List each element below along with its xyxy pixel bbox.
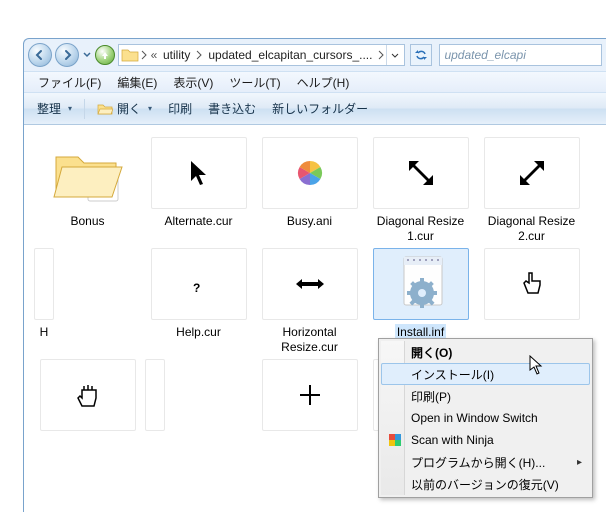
file-item[interactable] (145, 359, 165, 437)
file-item[interactable] (256, 359, 363, 437)
file-item[interactable]: Diagonal Resize 1.cur (367, 137, 474, 245)
forward-arrow-icon (61, 49, 73, 61)
ctx-print[interactable]: 印刷(P) (381, 385, 590, 407)
folder-icon (48, 143, 128, 203)
cursor-arrow-icon (187, 159, 211, 187)
menu-bar: ファイル(F) 編集(E) 表示(V) ツール(T) ヘルプ(H) (24, 71, 606, 93)
ninja-icon (387, 432, 403, 448)
file-label: Diagonal Resize 2.cur (482, 213, 582, 245)
refresh-icon (415, 49, 427, 61)
ctx-open-window-switch[interactable]: Open in Window Switch (381, 407, 590, 429)
file-label: Bonus (68, 213, 106, 230)
folder-item[interactable]: Bonus (34, 137, 141, 245)
search-input[interactable]: updated_elcapi (439, 44, 602, 66)
file-item[interactable]: ? Help.cur (145, 248, 252, 356)
burn-button[interactable]: 書き込む (201, 97, 263, 121)
file-label: Alternate.cur (162, 213, 234, 230)
hand-grab-icon (74, 380, 102, 410)
svg-text:?: ? (193, 281, 200, 295)
file-label: Horizontal Resize.cur (260, 324, 360, 356)
file-label: H (38, 324, 51, 341)
ctx-scan-ninja[interactable]: Scan with Ninja (381, 429, 590, 451)
ctx-open[interactable]: 開く(O) (381, 341, 590, 363)
up-arrow-icon (100, 50, 110, 60)
organize-button[interactable]: 整理 (30, 97, 79, 121)
open-folder-icon (97, 102, 113, 116)
file-label (86, 435, 90, 437)
ctx-install[interactable]: インストール(I) (381, 363, 590, 385)
nav-history-chevron-icon[interactable] (82, 45, 92, 65)
file-item[interactable]: H (34, 248, 54, 356)
diagonal-nwse-icon (403, 155, 439, 191)
file-item[interactable]: Diagonal Resize 2.cur (478, 137, 585, 245)
file-label (530, 324, 534, 326)
file-label: Help.cur (174, 324, 223, 341)
up-button[interactable] (95, 45, 115, 65)
hand-point-icon (518, 269, 546, 299)
file-item[interactable]: Horizontal Resize.cur (256, 248, 363, 356)
menu-help[interactable]: ヘルプ(H) (289, 72, 358, 92)
toolbar: 整理 開く 印刷 書き込む 新しいフォルダー (24, 93, 606, 125)
ctx-open-with[interactable]: プログラムから開く(H)... (381, 451, 590, 473)
print-button[interactable]: 印刷 (161, 97, 199, 121)
file-item[interactable]: Busy.ani (256, 137, 363, 245)
folder-icon (121, 47, 139, 63)
menu-view[interactable]: 表示(V) (165, 72, 221, 92)
address-bar: « utility updated_elcapitan_cursors_....… (24, 39, 606, 71)
forward-button[interactable] (55, 43, 79, 67)
breadcrumb-dropdown[interactable] (386, 45, 402, 65)
file-label: Diagonal Resize 1.cur (371, 213, 471, 245)
back-button[interactable] (28, 43, 52, 67)
diagonal-nesw-icon (514, 155, 550, 191)
breadcrumb[interactable]: « utility updated_elcapitan_cursors_.... (118, 44, 405, 66)
back-arrow-icon (34, 49, 46, 61)
open-label: 開く (117, 100, 141, 117)
crumb-level1[interactable]: utility (159, 45, 194, 65)
horizontal-resize-icon (292, 276, 328, 292)
menu-tools[interactable]: ツール(T) (221, 72, 288, 92)
ctx-label: Scan with Ninja (411, 433, 494, 447)
refresh-button[interactable] (410, 44, 432, 66)
menu-edit[interactable]: 編集(E) (109, 72, 165, 92)
context-menu: 開く(O) インストール(I) 印刷(P) Open in Window Swi… (378, 338, 593, 498)
newfolder-button[interactable]: 新しいフォルダー (265, 97, 375, 121)
ctx-restore-versions[interactable]: 以前のバージョンの復元(V) (381, 473, 590, 495)
precision-cross-icon (296, 381, 324, 409)
busy-spinner-icon (295, 158, 325, 188)
crumb-level2[interactable]: updated_elcapitan_cursors_.... (204, 45, 376, 65)
inf-file-icon (394, 253, 448, 315)
file-item[interactable]: Alternate.cur (145, 137, 252, 245)
menu-file[interactable]: ファイル(F) (30, 72, 109, 92)
open-button[interactable]: 開く (90, 97, 159, 121)
file-item[interactable] (34, 359, 141, 437)
file-label: Busy.ani (285, 213, 334, 230)
help-cursor-icon: ? (187, 270, 211, 298)
